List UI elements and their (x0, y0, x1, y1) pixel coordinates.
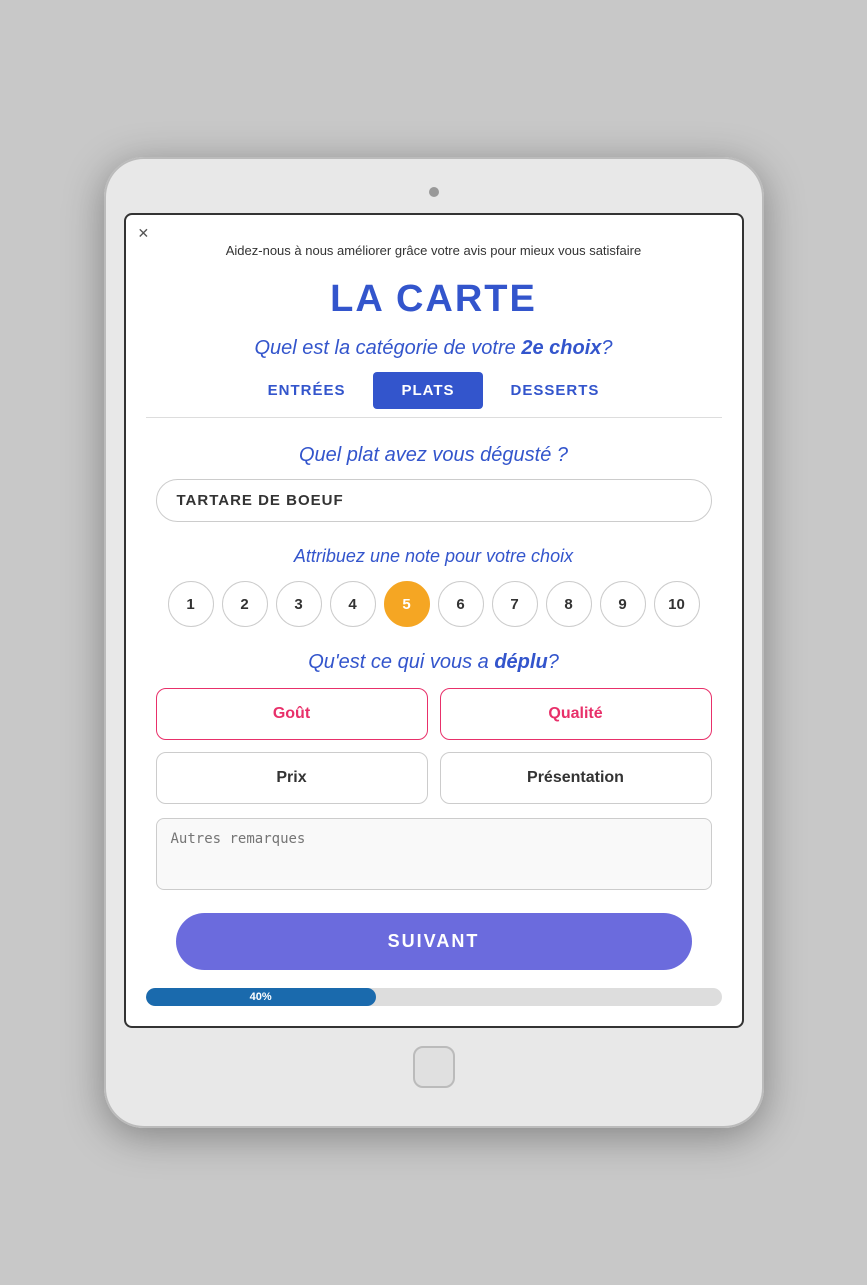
tablet-screen: ✕ Aidez-nous à nous améliorer grâce votr… (124, 213, 744, 1028)
rating-1[interactable]: 1 (168, 581, 214, 627)
rating-9[interactable]: 9 (600, 581, 646, 627)
tab-desserts[interactable]: DESSERTS (483, 372, 628, 409)
progress-bar-fill: 40% (146, 988, 376, 1006)
tablet-camera (429, 187, 439, 197)
rating-3[interactable]: 3 (276, 581, 322, 627)
rating-question: Attribuez une note pour votre choix (126, 542, 742, 581)
option-prix[interactable]: Prix (156, 752, 428, 804)
rating-7[interactable]: 7 (492, 581, 538, 627)
progress-bar-wrap: 40% (146, 988, 722, 1006)
dish-select-wrapper: TARTARE DE BOEUF (156, 479, 712, 522)
suivant-button[interactable]: SUIVANT (176, 913, 692, 970)
tablet: ✕ Aidez-nous à nous améliorer grâce votr… (104, 157, 764, 1128)
tab-plats[interactable]: PLATS (373, 372, 482, 409)
dish-select-button[interactable]: TARTARE DE BOEUF (156, 479, 712, 522)
rating-4[interactable]: 4 (330, 581, 376, 627)
dish-question: Quel plat avez vous dégusté ? (126, 434, 742, 479)
close-button[interactable]: ✕ (138, 225, 150, 242)
option-gout[interactable]: Goût (156, 688, 428, 740)
subtitle-bar: Aidez-nous à nous améliorer grâce votre … (126, 215, 742, 268)
rating-row: 1 2 3 4 5 6 7 8 9 10 (126, 581, 742, 645)
deplu-question: Qu'est ce qui vous a déplu? (126, 645, 742, 688)
main-title: LA CARTE (126, 268, 742, 329)
tablet-home-button[interactable] (413, 1046, 455, 1088)
rating-5[interactable]: 5 (384, 581, 430, 627)
remarks-area (156, 818, 712, 895)
tabs-row: ENTRÉES PLATS DESSERTS (126, 372, 742, 409)
divider (146, 417, 722, 418)
category-question: Quel est la catégorie de votre 2e choix? (126, 329, 742, 372)
remarks-textarea[interactable] (156, 818, 712, 890)
tab-entrees[interactable]: ENTRÉES (240, 372, 374, 409)
rating-6[interactable]: 6 (438, 581, 484, 627)
rating-2[interactable]: 2 (222, 581, 268, 627)
rating-8[interactable]: 8 (546, 581, 592, 627)
options-grid: Goût Qualité Prix Présentation (156, 688, 712, 804)
progress-label: 40% (250, 991, 272, 1003)
rating-10[interactable]: 10 (654, 581, 700, 627)
option-presentation[interactable]: Présentation (440, 752, 712, 804)
option-qualite[interactable]: Qualité (440, 688, 712, 740)
